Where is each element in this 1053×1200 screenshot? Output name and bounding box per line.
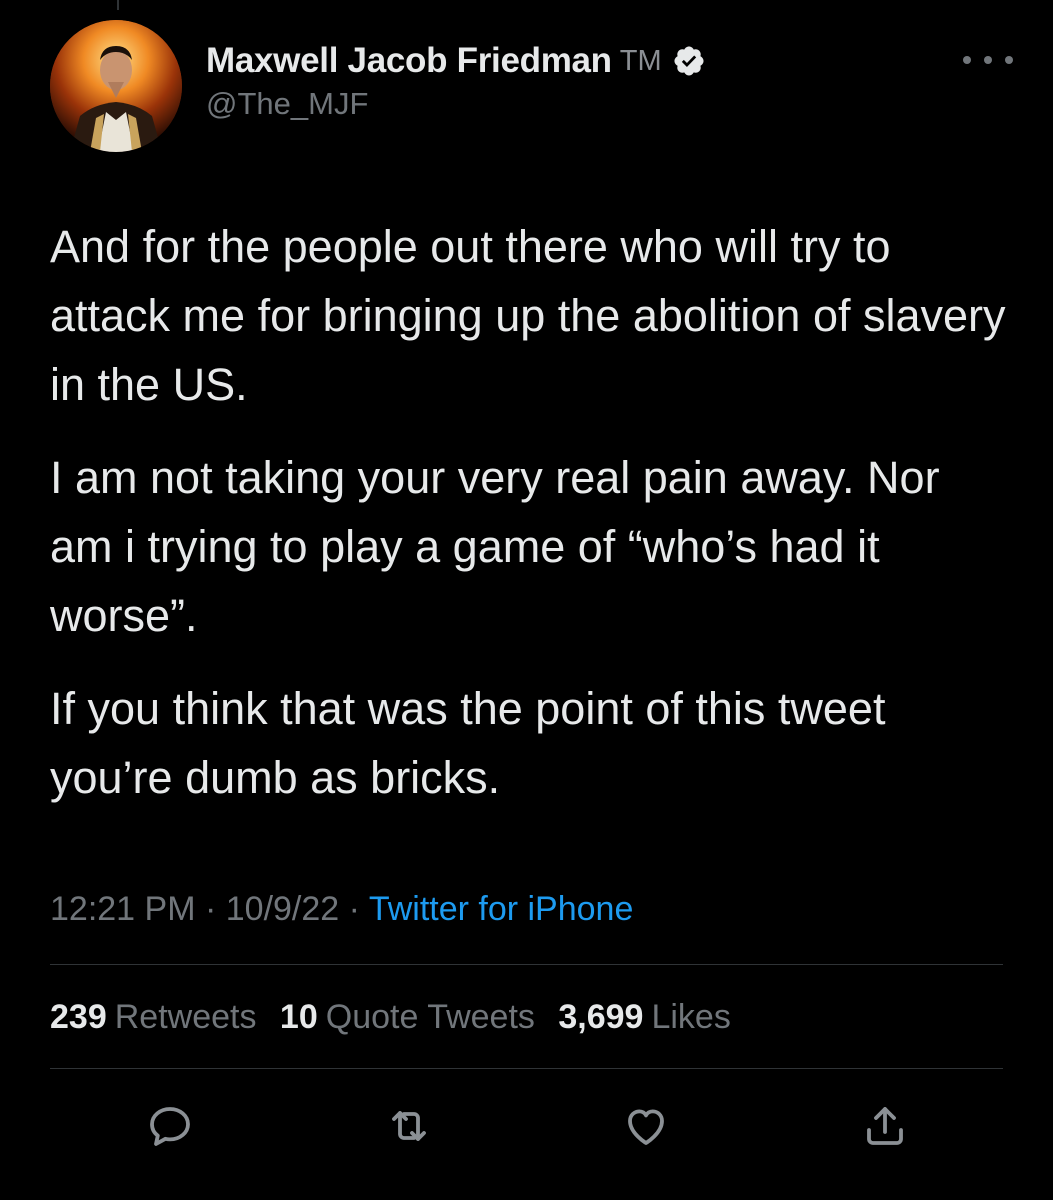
tweet-paragraph: And for the people out there who will tr… [50,221,1006,410]
tweet-paragraph: I am not taking your very real pain away… [50,452,940,641]
tweet-text: And for the people out there who will tr… [50,212,1010,836]
tweet-date[interactable]: 10/9/22 [226,890,339,928]
tweet-paragraph: If you think that was the point of this … [50,683,886,803]
likes-stat[interactable]: 3,699 Likes [558,998,730,1036]
trademark-mark: TM [619,44,662,77]
thread-connector-line [117,0,119,10]
meta-separator: · [339,890,369,928]
verified-badge-icon [674,46,704,76]
retweets-stat[interactable]: 239 Retweets [50,998,256,1036]
tweet-header: Maxwell Jacob Friedman TM @The_MJF [50,20,1013,155]
meta-separator: · [195,890,226,928]
divider [50,1068,1003,1069]
tweet-meta: 12:21 PM · 10/9/22 · Twitter for iPhone [50,885,633,933]
more-options-icon[interactable] [963,48,1013,72]
avatar-image [50,20,182,152]
quote-tweets-stat[interactable]: 10 Quote Tweets [280,998,535,1036]
retweets-label: Retweets [114,998,257,1036]
share-icon[interactable] [857,1098,913,1154]
like-icon[interactable] [618,1098,674,1154]
quotes-label: Quote Tweets [325,998,535,1036]
author-names: Maxwell Jacob Friedman TM @The_MJF [206,38,706,122]
quotes-count: 10 [279,998,318,1036]
likes-label: Likes [651,998,731,1036]
author-handle[interactable]: @The_MJF [206,86,706,122]
tweet-actions [0,1098,1053,1154]
reply-icon[interactable] [142,1098,198,1154]
likes-count: 3,699 [558,998,644,1036]
retweet-icon[interactable] [381,1098,437,1154]
name-row: Maxwell Jacob Friedman TM [206,38,706,84]
avatar[interactable] [50,20,182,152]
tweet-time[interactable]: 12:21 PM [50,890,196,928]
tweet-stats: 239 Retweets 10 Quote Tweets 3,699 Likes [50,993,745,1041]
display-name[interactable]: Maxwell Jacob Friedman [206,41,612,81]
divider [50,964,1003,965]
retweets-count: 239 [50,998,107,1036]
tweet-source-link[interactable]: Twitter for iPhone [369,890,634,928]
